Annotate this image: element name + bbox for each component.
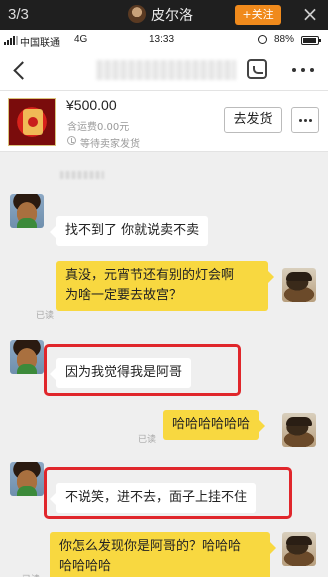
- chat-messages: 找不到了 你就说卖不卖 真没，元宵节还有别的灯会啊 为啥一定要去故宫？ 已读 因…: [0, 152, 328, 577]
- more-dots-icon[interactable]: [292, 68, 314, 72]
- message-text: 真没，元宵节还有别的灯会啊: [65, 268, 235, 283]
- signal-icon: [4, 36, 20, 45]
- order-card[interactable]: ¥500.00 含运费0.00元 等待卖家发货 去发货: [0, 90, 328, 152]
- message-bubble[interactable]: 找不到了 你就说卖不卖: [49, 216, 209, 246]
- read-receipt: 已读: [36, 311, 55, 321]
- more-options-button[interactable]: [291, 107, 319, 133]
- chat-nav-bar: [0, 50, 328, 90]
- buyer-avatar[interactable]: [10, 340, 44, 374]
- alarm-icon: [258, 35, 267, 44]
- buyer-avatar[interactable]: [10, 194, 44, 228]
- back-chevron-icon[interactable]: [10, 59, 30, 81]
- message-bubble[interactable]: 真没，元宵节还有别的灯会啊 为啥一定要去故宫？: [56, 261, 274, 311]
- close-icon[interactable]: ×: [300, 3, 320, 25]
- seller-avatar[interactable]: [282, 532, 316, 566]
- read-receipt: 已读: [138, 435, 157, 445]
- clock-icon: [67, 136, 76, 145]
- shipping-fee: 含运费0.00元: [67, 122, 130, 133]
- order-price: ¥500.00: [66, 97, 117, 113]
- author-avatar-icon[interactable]: [128, 5, 146, 23]
- buyer-avatar[interactable]: [10, 462, 44, 496]
- status-time: 13:33: [149, 34, 175, 45]
- blurred-sender-name: [60, 171, 104, 179]
- red-highlight-box: [44, 344, 241, 396]
- message-text: 哈哈哈哈哈哈: [172, 417, 251, 432]
- phone-call-icon[interactable]: [247, 59, 267, 79]
- page-indicator: 3/3: [8, 6, 29, 23]
- ship-button[interactable]: 去发货: [224, 107, 282, 133]
- message-text: 找不到了 你就说卖不卖: [65, 223, 200, 238]
- product-thumbnail[interactable]: [8, 98, 56, 146]
- carrier-label: 中国联通: [20, 38, 60, 49]
- message-bubble[interactable]: 哈哈哈哈哈哈: [163, 410, 266, 440]
- message-text: 哈哈哈哈: [59, 559, 112, 574]
- overlay-header: 3/3 皮尔洛 +关注 ×: [0, 0, 328, 30]
- message-text: 你怎么发现你是阿哥的？哈哈哈: [59, 539, 242, 554]
- message-text: 为啥一定要去故宫？: [65, 288, 183, 303]
- blurred-contact-name: [96, 60, 236, 80]
- order-status: 等待卖家发货: [80, 139, 140, 150]
- status-bar: 中国联通 4G 13:33 88%: [0, 30, 328, 50]
- network-type: 4G: [74, 34, 88, 45]
- follow-button[interactable]: +关注: [235, 5, 281, 25]
- phone-screen: 中国联通 4G 13:33 88% ¥500.00 含运费0.00元 等待卖家发…: [0, 30, 328, 577]
- seller-avatar[interactable]: [282, 413, 316, 447]
- battery-icon: [301, 36, 321, 45]
- message-bubble[interactable]: 你怎么发现你是阿哥的？哈哈哈 哈哈哈哈: [50, 532, 276, 577]
- read-receipt: 已读: [22, 572, 40, 577]
- battery-percentage: 88%: [274, 34, 295, 45]
- seller-avatar[interactable]: [282, 268, 316, 302]
- red-highlight-box: [44, 467, 292, 519]
- author-name[interactable]: 皮尔洛: [151, 5, 193, 25]
